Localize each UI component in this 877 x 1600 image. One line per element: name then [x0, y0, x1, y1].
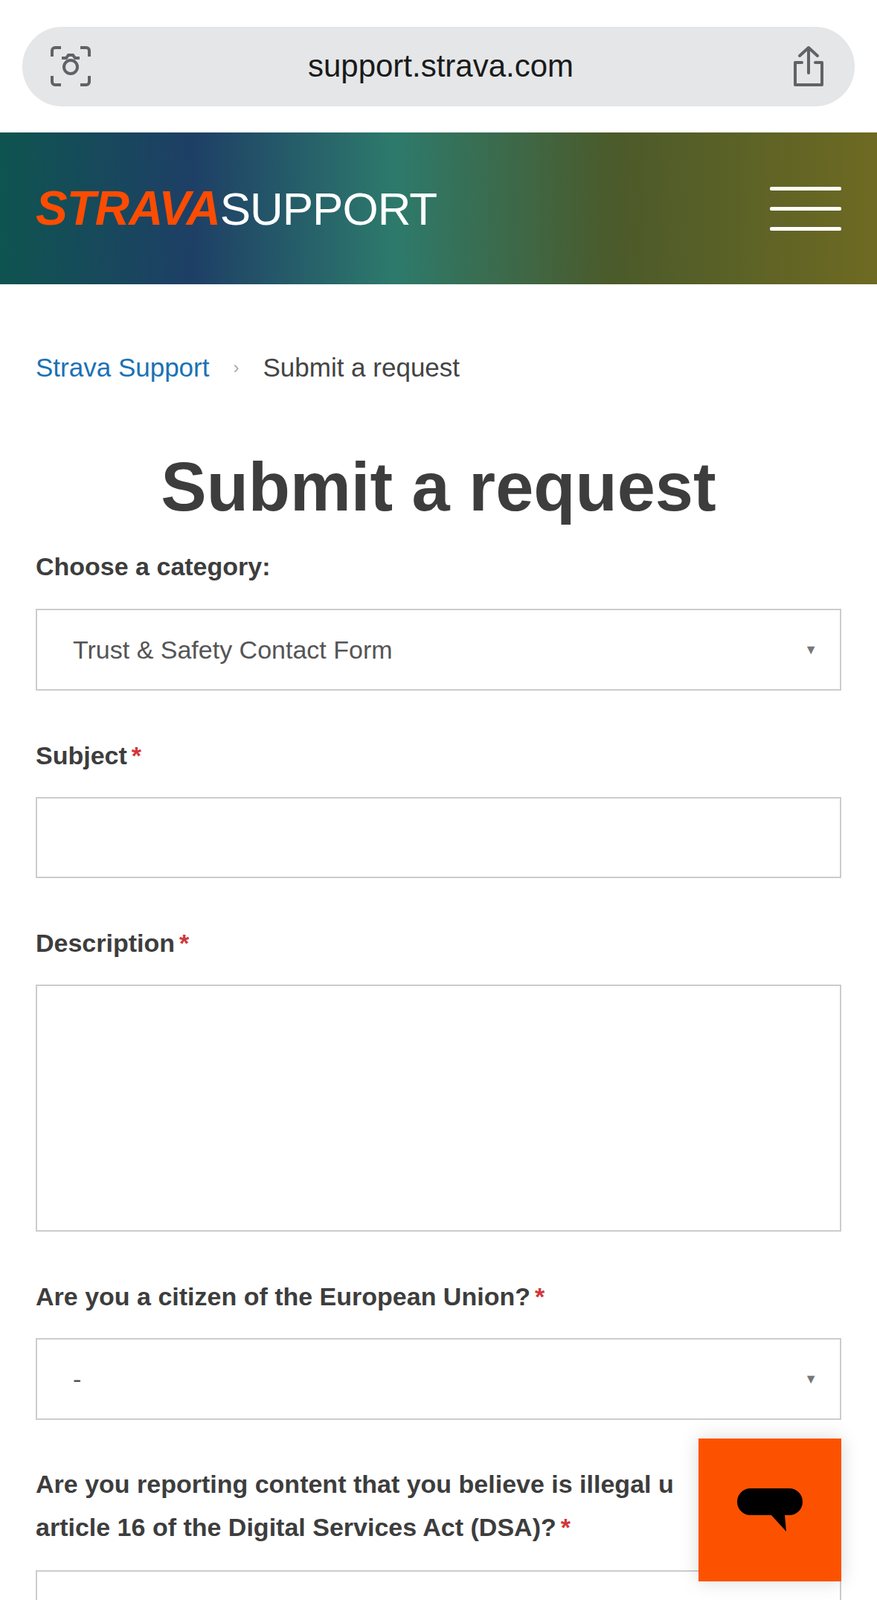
- field-label-line: Description*: [35, 924, 842, 961]
- category-value: Trust & Safety Contact Form: [72, 630, 393, 669]
- menu-icon-line: [769, 186, 842, 191]
- eu-citizen-select[interactable]: -▼: [35, 1337, 842, 1420]
- lens-icon: [49, 44, 93, 88]
- logo-brand: STRAVA: [35, 181, 221, 236]
- field-label-line: Subject*: [35, 737, 842, 773]
- dropdown-arrow-icon: ▼: [804, 1368, 818, 1389]
- form-field: Description*: [35, 877, 842, 1232]
- field-label-text: Subject: [35, 740, 128, 770]
- chat-button[interactable]: [698, 1437, 842, 1581]
- menu-icon-line: [769, 226, 842, 231]
- field-label-text: article 16 of the Digital Services Act (…: [35, 1512, 557, 1541]
- text-input[interactable]: [35, 796, 842, 878]
- dropdown-arrow-icon: ▼: [804, 639, 818, 660]
- menu-icon-line: [769, 206, 842, 211]
- logo-product: SUPPORT: [220, 182, 438, 236]
- share-icon: [789, 44, 828, 88]
- field-label-text: Are you a citizen of the European Union?: [35, 1281, 531, 1310]
- strava-support-logo[interactable]: STRAVASUPPORT: [35, 181, 437, 236]
- required-mark: *: [131, 740, 142, 770]
- form-field: Subject*: [35, 690, 842, 878]
- required-mark: *: [560, 1512, 571, 1541]
- field-label: Are you a citizen of the European Union?…: [35, 1277, 842, 1314]
- form-field: Are you a citizen of the European Union?…: [35, 1231, 842, 1420]
- field-value: -: [72, 1359, 82, 1398]
- required-mark: *: [534, 1281, 545, 1310]
- required-mark: *: [179, 928, 189, 957]
- category-label: Choose a category:: [35, 548, 842, 584]
- field-label: Subject*: [35, 737, 842, 773]
- chat-bubble-icon: [735, 1486, 805, 1533]
- field-label-text: Are you reporting content that you belie…: [35, 1469, 674, 1498]
- field-label: Description*: [35, 924, 842, 961]
- field-label-text: Description: [35, 928, 175, 957]
- url-text[interactable]: support.strava.com: [92, 46, 790, 86]
- request-form: Strava Support › Submit a request Submit a …: [0, 349, 877, 1600]
- field-label-line: Are you a citizen of the European Union?…: [35, 1277, 842, 1314]
- category-select[interactable]: Trust & Safety Contact Form ▼: [35, 608, 842, 691]
- header-banner: STRAVASUPPORT: [0, 132, 877, 285]
- breadcrumb-separator: ›: [232, 349, 239, 386]
- menu-icon[interactable]: [769, 186, 842, 231]
- breadcrumb: Strava Support › Submit a request: [35, 349, 842, 386]
- url-bar[interactable]: support.strava.com: [22, 26, 855, 107]
- browser-toolbar: support.strava.com: [0, 0, 877, 133]
- breadcrumb-item[interactable]: Strava Support: [35, 349, 210, 386]
- page-title: Submit a request: [35, 447, 842, 527]
- breadcrumb-item: Submit a request: [262, 349, 460, 386]
- description-textarea[interactable]: [35, 984, 842, 1232]
